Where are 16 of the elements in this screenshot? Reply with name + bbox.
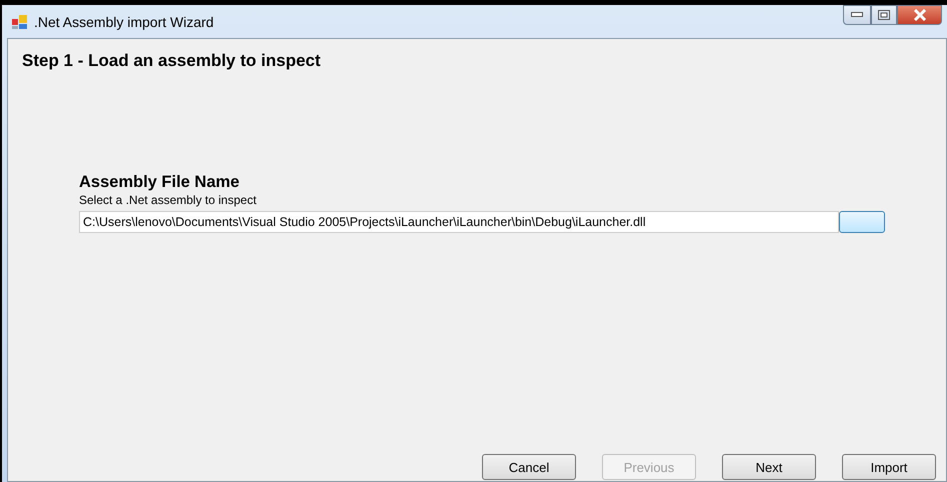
browse-button[interactable] [839,211,885,233]
maximize-button[interactable] [871,5,897,25]
section-heading: Assembly File Name [79,173,240,192]
wizard-button[interactable]: Import [842,454,936,480]
minimize-button[interactable] [843,5,871,25]
close-icon [912,9,926,21]
field-hint: Select a .Net assembly to inspect [79,193,258,207]
wizard-button[interactable]: Cancel [482,454,576,480]
maximize-icon [878,10,890,20]
close-button[interactable] [897,5,942,25]
app-icon [12,14,28,30]
window-title: .Net Assembly import Wizard [34,14,214,30]
file-path-field[interactable]: C:\Users\lenovo\Documents\Visual Studio 2005\Projects\iLauncher\iLauncher\bin\Debug\iLauncher.dll [79,211,839,233]
minimize-icon [851,12,863,18]
wizard-button[interactable]: Next [722,454,816,480]
step-title: Step 1 - Load an assembly to inspect [22,51,322,71]
